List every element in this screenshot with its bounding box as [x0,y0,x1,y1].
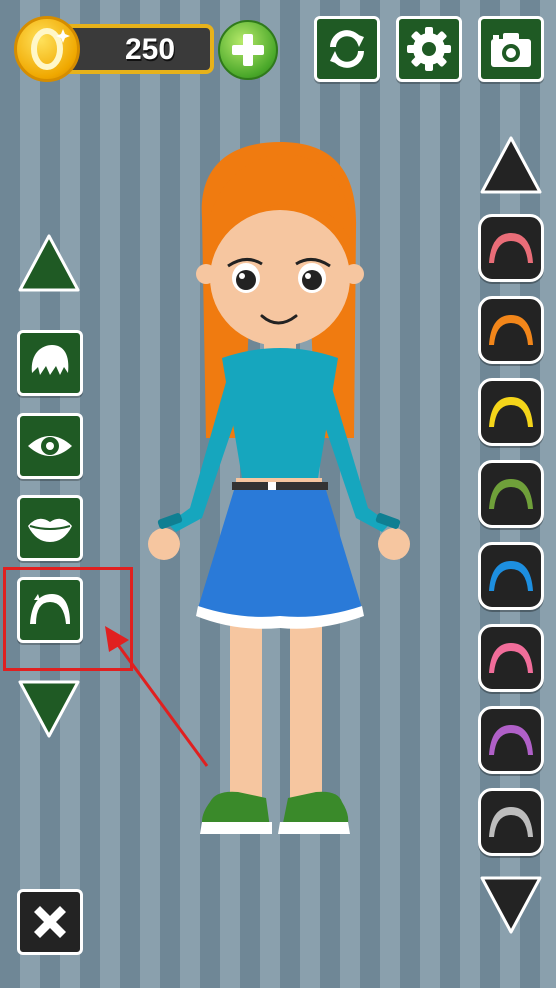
coin-balance-value: 250 [124,33,176,66]
headband-option-button[interactable] [478,214,544,282]
add-coins-button[interactable] [218,20,278,80]
headband-color-swatch-icon [489,479,533,509]
hair-icon [31,345,69,375]
headband-option-button[interactable] [478,788,544,856]
refresh-icon [330,30,364,68]
character-figure [148,142,410,834]
category-scroll-up-button[interactable] [16,232,82,294]
headband-color-swatch-icon [489,233,533,263]
headband-color-swatch-icon [489,315,533,345]
eye-icon [28,436,72,456]
headband-option-button[interactable] [478,542,544,610]
lips-icon [28,518,72,542]
settings-button[interactable] [396,16,462,82]
headband-option-button[interactable] [478,624,544,692]
headband-color-swatch-icon [489,807,533,837]
headband-color-swatch-icon [489,397,533,427]
arrow-down-icon [18,680,80,738]
category-hair-button[interactable] [17,330,83,396]
camera-button[interactable] [478,16,544,82]
headband-color-swatch-icon [489,643,533,673]
headband-option-button[interactable] [478,706,544,774]
arrow-down-icon [480,876,542,934]
close-icon [34,906,66,938]
close-button[interactable] [17,889,83,955]
category-scroll-down-button[interactable] [16,678,82,740]
coin-icon [14,16,80,82]
headband-color-swatch-icon [489,561,533,591]
headband-option-button[interactable] [478,296,544,364]
category-eyes-button[interactable] [17,413,83,479]
plus-icon [232,34,264,66]
headband-option-button[interactable] [478,378,544,446]
arrow-up-icon [18,234,80,292]
headband-color-swatch-icon [489,725,533,755]
category-lips-button[interactable] [17,495,83,561]
refresh-button[interactable] [314,16,380,82]
camera-icon [491,33,531,67]
arrow-up-icon [480,136,542,194]
headband-option-button[interactable] [478,460,544,528]
option-scroll-down-button[interactable] [478,874,544,936]
option-scroll-up-button[interactable] [478,134,544,196]
gear-icon [407,27,451,71]
